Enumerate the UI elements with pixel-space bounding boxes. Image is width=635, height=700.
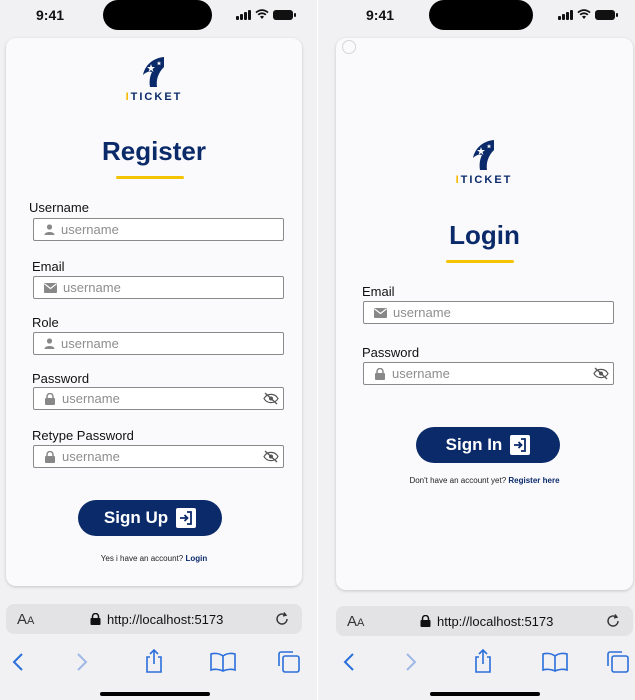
email-input[interactable]: username [363, 301, 614, 324]
email-placeholder: username [63, 280, 121, 295]
sign-in-arrow-icon [510, 435, 531, 455]
lock-icon [90, 613, 101, 625]
bookmarks-icon[interactable] [210, 652, 236, 672]
signal-icon [236, 9, 251, 20]
url-text: http://localhost:5173 [107, 611, 224, 627]
eye-slash-icon[interactable] [263, 392, 279, 405]
password-placeholder: username [62, 391, 120, 406]
status-time: 9:41 [366, 7, 395, 23]
login-phone: 9:41 ITICKET Login Email username Passwo… [318, 0, 635, 700]
forward-icon[interactable] [404, 652, 418, 672]
login-prompt-text: Yes i have an account? [100, 554, 184, 563]
forward-icon[interactable] [75, 652, 89, 672]
share-icon[interactable] [473, 648, 493, 674]
logo-mark-icon [143, 57, 164, 87]
reader-aa-button[interactable]: AA [17, 611, 34, 628]
status-time: 9:41 [36, 7, 65, 23]
url-bar[interactable]: AA http://localhost:5173 [6, 604, 302, 634]
browser-toolbar [318, 646, 635, 680]
register-prompt-text: Don't have an account yet? [409, 476, 507, 485]
status-icons [236, 9, 296, 20]
email-placeholder: username [393, 305, 451, 320]
title-underline [116, 176, 184, 179]
title-underline [446, 260, 514, 263]
email-label: Email [32, 259, 65, 274]
lock-icon [45, 450, 55, 463]
mail-icon [374, 307, 387, 318]
share-icon[interactable] [144, 648, 164, 674]
user-icon [44, 338, 55, 349]
password-input[interactable]: username [363, 362, 614, 385]
logo-mark-icon [473, 140, 494, 170]
register-link[interactable]: Register here [508, 476, 559, 485]
reader-aa-button[interactable]: AA [347, 613, 364, 630]
eye-slash-icon[interactable] [263, 450, 279, 463]
login-prompt: Yes i have an account? Login [6, 554, 302, 563]
back-icon[interactable] [342, 652, 356, 672]
user-icon [44, 224, 55, 235]
sign-in-button[interactable]: Sign In [416, 427, 560, 463]
url-bar[interactable]: AA http://localhost:5173 [336, 606, 633, 636]
email-label: Email [362, 284, 395, 299]
logo-wordmark: ITICKET [125, 91, 183, 103]
iticket-logo: ITICKET [124, 55, 184, 103]
bookmarks-icon[interactable] [542, 652, 568, 672]
role-input[interactable]: username [33, 332, 284, 355]
role-placeholder: username [61, 336, 119, 351]
username-label: Username [29, 200, 89, 215]
signal-icon [558, 9, 573, 20]
retype-password-input[interactable]: username [33, 445, 284, 468]
url-display[interactable]: http://localhost:5173 [420, 614, 553, 629]
status-bar: 9:41 [318, 0, 635, 36]
logo-wordmark: ITICKET [455, 174, 513, 186]
lock-icon [375, 367, 385, 380]
dynamic-island [429, 0, 533, 30]
login-link[interactable]: Login [185, 554, 207, 563]
lock-icon [420, 615, 431, 627]
reload-icon[interactable] [605, 613, 621, 629]
register-prompt: Don't have an account yet? Register here [336, 476, 633, 485]
login-card: ITICKET Login Email username Password us… [336, 38, 633, 590]
password-label: Password [362, 345, 420, 360]
password-placeholder: username [392, 366, 450, 381]
email-input[interactable]: username [33, 276, 284, 299]
battery-icon [595, 10, 618, 20]
username-placeholder: username [61, 222, 119, 237]
url-display[interactable]: http://localhost:5173 [90, 612, 223, 627]
home-indicator [100, 692, 210, 696]
back-icon[interactable] [11, 652, 25, 672]
sign-up-button[interactable]: Sign Up [78, 500, 222, 536]
password-label: Password [32, 371, 90, 386]
screens-comparison: 9:41 ITICKET Register Username username … [0, 0, 635, 700]
register-phone: 9:41 ITICKET Register Username username … [0, 0, 317, 700]
tabs-icon[interactable] [277, 650, 301, 674]
role-label: Role [32, 315, 59, 330]
wifi-icon [577, 9, 591, 19]
url-text: http://localhost:5173 [437, 613, 554, 629]
status-bar: 9:41 [0, 0, 317, 36]
status-icons [558, 9, 618, 20]
checkmark-circle-icon [342, 40, 356, 54]
username-input[interactable]: username [33, 218, 284, 241]
page-title: Register [101, 136, 207, 166]
password-input[interactable]: username [33, 387, 284, 410]
battery-icon [273, 10, 296, 20]
retype-password-label: Retype Password [32, 428, 134, 443]
browser-toolbar [0, 646, 317, 680]
lock-icon [45, 392, 55, 405]
page-title: Login [449, 220, 520, 250]
mail-icon [44, 282, 57, 293]
register-card: ITICKET Register Username username Email… [6, 38, 302, 586]
wifi-icon [255, 9, 269, 19]
sign-in-label: Sign In [445, 435, 503, 454]
sign-in-arrow-icon [176, 508, 197, 528]
eye-slash-icon[interactable] [593, 367, 609, 380]
home-indicator [430, 692, 540, 696]
tabs-icon[interactable] [606, 650, 630, 674]
reload-icon[interactable] [274, 611, 290, 627]
iticket-logo: ITICKET [454, 138, 514, 186]
dynamic-island [103, 0, 212, 30]
retype-password-placeholder: username [62, 449, 120, 464]
sign-up-label: Sign Up [103, 508, 169, 527]
